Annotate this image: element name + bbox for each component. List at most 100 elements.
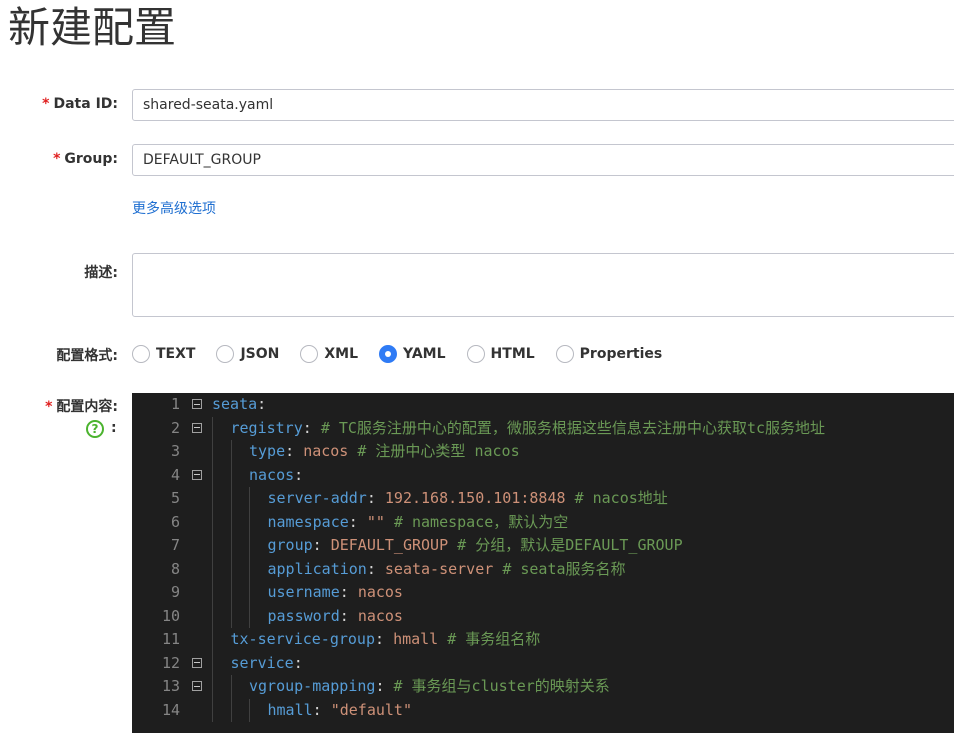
code-line[interactable]: 11 tx-service-group: hmall # 事务组名称	[132, 628, 954, 652]
line-number: 13	[161, 677, 180, 695]
code-token: seata	[212, 395, 258, 413]
line-number: 2	[170, 418, 180, 437]
radio-circle-icon[interactable]	[300, 345, 319, 363]
indent-guide	[230, 534, 232, 558]
required-mark: *	[45, 399, 53, 415]
code-line[interactable]: 6 namespace: "" # namespace，默认为空	[132, 510, 954, 534]
group-input[interactable]	[132, 144, 954, 176]
code-line[interactable]: 10 password: nacos	[132, 604, 954, 628]
code-token: type	[249, 442, 286, 460]
indent-guide	[212, 440, 213, 464]
format-radio-yaml[interactable]: YAML	[379, 345, 446, 363]
indent-guide	[230, 463, 232, 487]
indent-guide	[212, 510, 213, 534]
group-label: * Group:	[53, 151, 118, 167]
line-number: 1	[170, 395, 180, 413]
description-textarea[interactable]	[132, 253, 954, 317]
code-token: nacos	[249, 465, 295, 484]
indent-guide	[230, 487, 232, 511]
fold-toggle-icon[interactable]	[192, 657, 202, 668]
code-line[interactable]: 3 type: nacos # 注册中心类型 nacos	[132, 440, 954, 464]
fold-toggle-icon[interactable]	[192, 399, 202, 409]
code-line[interactable]: 4 nacos:	[132, 463, 954, 487]
code-line[interactable]: 14 hmall: "default"	[132, 698, 954, 722]
radio-circle-icon[interactable]	[379, 345, 398, 363]
code-token: username	[267, 583, 340, 601]
required-mark: *	[42, 96, 50, 112]
radio-label: XML	[324, 346, 359, 362]
indent-guide	[230, 581, 232, 605]
indent-guide	[230, 510, 232, 534]
code-line[interactable]: 7 group: DEFAULT_GROUP # 分组，默认是DEFAULT_GR…	[132, 534, 954, 558]
fold-toggle-icon[interactable]	[192, 681, 202, 691]
code-line[interactable]: 8 application: seata-server # seata服务名称	[132, 557, 954, 581]
format-radio-json[interactable]: JSON	[216, 345, 279, 363]
radio-circle-icon[interactable]	[132, 345, 150, 363]
radio-label: Properties	[579, 346, 663, 362]
code-token: nacos	[303, 442, 358, 460]
code-token: nacos	[357, 606, 403, 625]
code-token: service	[230, 653, 294, 672]
data-id-input[interactable]	[132, 89, 954, 121]
indent-guide	[212, 651, 213, 675]
radio-circle-icon[interactable]	[466, 345, 485, 363]
radio-label: HTML	[490, 346, 535, 362]
line-number: 6	[170, 512, 180, 531]
code-token: vgroup-mapping	[249, 677, 376, 695]
code-token: group	[267, 536, 313, 554]
code-token: # namespace，默认为空	[393, 512, 569, 531]
code-token: # 事务组与cluster的映射关系	[393, 677, 610, 695]
line-number: 8	[170, 559, 180, 578]
code-line[interactable]: 12 service:	[132, 651, 954, 675]
code-token: :	[348, 512, 367, 531]
code-token: # 分组，默认是DEFAULT_GROUP	[457, 536, 683, 554]
required-mark: *	[53, 151, 61, 167]
indent-guide	[230, 698, 232, 722]
code-token: nacos	[357, 583, 403, 601]
code-token: :	[294, 465, 304, 484]
code-token: :	[302, 418, 321, 437]
code-token: :	[285, 442, 304, 460]
code-token: # seata服务名称	[502, 559, 626, 578]
code-token: hmall	[393, 630, 448, 648]
format-label: 配置格式:	[56, 348, 118, 364]
indent-guide	[249, 487, 250, 511]
format-radio-html[interactable]: HTML	[466, 345, 535, 363]
help-icon[interactable]: ?	[86, 420, 104, 438]
code-editor[interactable]: 1 seata: 2 registry: # TC服务注册中心的配置，微服务根据这些信…	[132, 393, 954, 733]
indent-guide	[249, 698, 250, 722]
advanced-options-link[interactable]: 更多高级选项	[132, 198, 216, 218]
indent-guide	[212, 534, 213, 558]
code-token: DEFAULT_GROUP	[330, 536, 458, 554]
code-token: :	[375, 677, 394, 695]
fold-toggle-icon[interactable]	[192, 422, 202, 433]
fold-toggle-icon[interactable]	[192, 469, 202, 480]
indent-guide	[230, 557, 232, 581]
line-number: 10	[161, 606, 180, 625]
format-radio-properties[interactable]: Properties	[555, 345, 663, 363]
code-line[interactable]: 1 seata:	[132, 393, 954, 417]
code-token: server-addr	[267, 489, 367, 507]
code-line[interactable]: 13 vgroup-mapping: # 事务组与cluster的映射关系	[132, 675, 954, 699]
indent-guide	[230, 440, 232, 464]
indent-guide	[212, 463, 213, 487]
code-line[interactable]: 2 registry: # TC服务注册中心的配置，微服务根据这些信息去注册中心获…	[132, 416, 954, 440]
code-token: :	[257, 395, 267, 413]
code-token: :	[339, 583, 358, 601]
radio-circle-icon[interactable]	[555, 345, 574, 363]
code-line[interactable]: 9 username: nacos	[132, 581, 954, 605]
indent-guide	[212, 675, 213, 699]
indent-guide	[212, 416, 213, 440]
code-line[interactable]: 5 server-addr: 192.168.150.101:8848 # nac…	[132, 487, 954, 511]
code-token: :	[366, 489, 385, 507]
indent-guide	[249, 604, 250, 628]
indent-guide	[212, 581, 213, 605]
description-label: 描述:	[84, 265, 118, 281]
radio-circle-icon[interactable]	[216, 345, 235, 363]
format-radio-xml[interactable]: XML	[300, 345, 358, 363]
radio-label: TEXT	[156, 346, 196, 362]
code-token: :	[339, 606, 358, 625]
indent-guide	[212, 557, 213, 581]
format-radio-text[interactable]: TEXT	[132, 345, 195, 363]
indent-guide	[212, 604, 213, 628]
